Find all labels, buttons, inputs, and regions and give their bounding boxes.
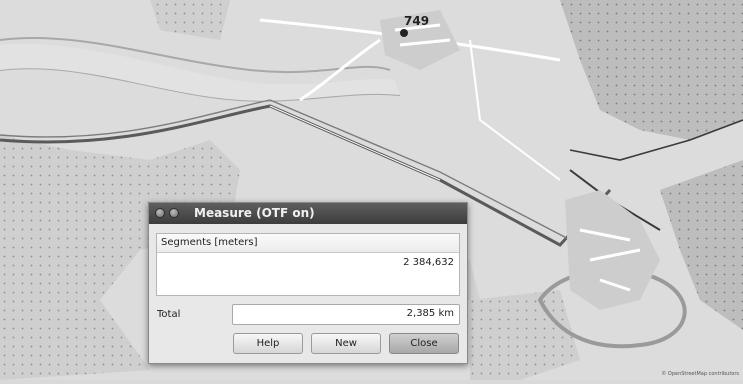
total-field[interactable]: 2,385 km	[232, 304, 460, 325]
elevation-label: 749	[404, 14, 430, 28]
dialog-title: Measure (OTF on)	[194, 206, 315, 220]
close-button[interactable]: Close	[389, 333, 459, 354]
measure-dialog: Measure (OTF on) Segments [meters] 2 384…	[148, 202, 468, 364]
total-label: Total	[157, 309, 181, 320]
segments-table[interactable]: Segments [meters] 2 384,632	[156, 233, 460, 296]
map-attribution[interactable]: © OpenStreetMap contributors	[661, 371, 739, 377]
dialog-titlebar[interactable]: Measure (OTF on)	[149, 203, 467, 224]
window-close-button[interactable]	[155, 208, 165, 218]
peak-marker	[400, 29, 408, 37]
total-value: 2,385 km	[406, 308, 454, 319]
window-minimize-button[interactable]	[169, 208, 179, 218]
help-button[interactable]: Help	[233, 333, 303, 354]
new-button[interactable]: New	[311, 333, 381, 354]
segments-header[interactable]: Segments [meters]	[157, 234, 459, 253]
segment-row-value[interactable]: 2 384,632	[403, 257, 454, 268]
